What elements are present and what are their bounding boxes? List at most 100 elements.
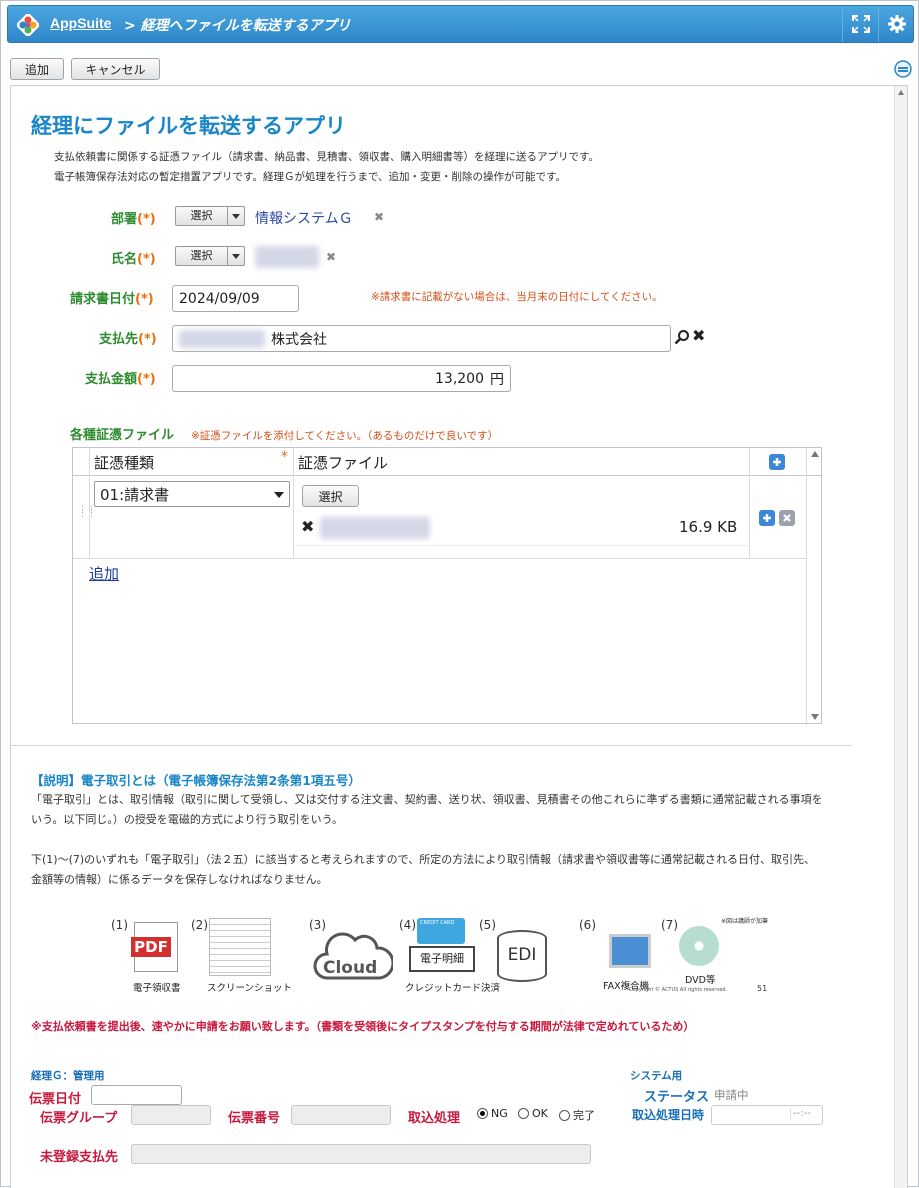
amount-label: 支払金額(*) xyxy=(85,372,156,387)
slip-no-label: 伝票番号 xyxy=(228,1111,281,1126)
table-header xyxy=(73,448,821,476)
accounting-section-label: 経理Ｇ：管理用 xyxy=(31,1070,105,1082)
files-label: 各種証憑ファイル xyxy=(70,428,175,443)
name-select-button[interactable]: 選択 xyxy=(175,246,245,266)
name-label: 氏名(*) xyxy=(111,252,156,267)
dept-label: 部署(*) xyxy=(111,212,156,227)
col-file-header: 証憑ファイル xyxy=(298,454,389,472)
type-select-value: 01:請求書 xyxy=(100,486,170,504)
slip-date-input[interactable] xyxy=(91,1085,182,1105)
radio-done[interactable]: 完了 xyxy=(559,1107,595,1123)
vertical-scrollbar[interactable] xyxy=(894,86,907,1188)
name-value-redacted xyxy=(255,246,319,268)
banner-page: 51 xyxy=(757,984,768,993)
unregistered-payee-label: 未登録支払先 xyxy=(40,1150,119,1165)
form-panel: 経理にファイルを転送するアプリ 支払依頼書に関係する証憑ファイル（請求書、納品書… xyxy=(10,85,908,1188)
dvd-icon xyxy=(679,926,719,966)
explain-title: 【説明】電子取引とは（電子帳簿保存法第2条第1項五号） xyxy=(31,773,361,788)
cloud-icon-text: Cloud xyxy=(323,958,378,978)
import-time-placeholder: --:-- xyxy=(790,1108,811,1119)
amount-input[interactable]: 13,200 円 xyxy=(172,365,511,392)
system-section-label: システム用 xyxy=(630,1070,683,1082)
gear-icon xyxy=(887,15,906,33)
banner-label-7: DVD等 xyxy=(685,975,716,986)
dept-select-button[interactable]: 選択 xyxy=(175,206,245,226)
file-name-redacted xyxy=(320,517,430,539)
slip-no-input xyxy=(291,1105,391,1125)
banner-num-4: (4) xyxy=(399,918,416,932)
col-type-header: 証憑種類 xyxy=(94,454,155,472)
radio-ok[interactable]: OK xyxy=(518,1107,548,1120)
amount-unit: 円 xyxy=(490,371,504,388)
radio-selected-icon xyxy=(477,1108,488,1119)
delete-row-button[interactable] xyxy=(779,510,795,526)
payee-redacted xyxy=(179,329,265,348)
slip-group-input xyxy=(131,1105,211,1125)
radio-done-label: 完了 xyxy=(573,1109,595,1122)
plus-icon xyxy=(773,458,781,466)
payee-clear-icon[interactable]: ✖ xyxy=(692,326,705,345)
add-row-button[interactable] xyxy=(769,454,785,470)
refresh-icon[interactable] xyxy=(894,60,912,78)
radio-ng-label: NG xyxy=(491,1107,508,1120)
banner-copyright: Copyright © ACTUS All rights reserved. xyxy=(629,987,728,993)
search-icon[interactable] xyxy=(674,329,690,345)
table-scroll-down-icon[interactable] xyxy=(811,714,819,720)
add-row-link[interactable]: 追加 xyxy=(89,563,119,584)
description-line-1: 支払依頼書に関係する証憑ファイル（請求書、納品書、見積書、領収書、購入明細書等）… xyxy=(54,151,599,163)
amount-value: 13,200 xyxy=(435,370,484,387)
dept-value: 情報システムＧ xyxy=(255,211,353,227)
pdf-icon: PDF xyxy=(131,922,178,972)
app-name-link[interactable]: AppSuite xyxy=(50,15,111,31)
invoice-date-note: ※請求書に記載がない場合は、当月末の日付にしてください。 xyxy=(371,291,663,303)
invoice-date-input[interactable]: 2024/09/09 xyxy=(172,285,299,312)
radio-empty-icon xyxy=(518,1108,529,1119)
title-bar: AppSuite > 経理へファイルを転送するアプリ xyxy=(7,5,914,43)
insert-row-button[interactable] xyxy=(759,510,775,526)
plus-icon xyxy=(763,514,771,522)
slip-group-label: 伝票グループ xyxy=(40,1111,118,1126)
chevron-down-icon xyxy=(232,254,240,259)
files-table: 証憑種類 * 証憑ファイル ⋮⋮⋮⋮ 01:請求書 選択 ✖ 16.9 KB xyxy=(72,447,822,724)
import-datetime-input: --:-- xyxy=(711,1105,823,1125)
payee-input[interactable]: 株式会社 xyxy=(172,325,671,352)
radio-empty-icon xyxy=(559,1109,570,1121)
chevron-down-icon xyxy=(232,214,240,219)
explain-p2-line2: 金額等の情報）に係るデータを保存しなければなりません。 xyxy=(31,873,328,886)
banner-label-4: クレジットカード決済 xyxy=(405,983,501,994)
edi-icon: EDI xyxy=(497,930,547,982)
unregistered-payee-input xyxy=(131,1144,591,1164)
explain-p1-line2: いう。以下同じ。）の授受を電磁的方式により行う取引をいう。 xyxy=(31,813,343,826)
invoice-date-label: 請求書日付(*) xyxy=(70,292,154,307)
settings-button[interactable] xyxy=(878,6,914,42)
banner-num-5: (5) xyxy=(479,918,496,932)
page-title: 経理にファイルを転送するアプリ xyxy=(31,114,346,138)
file-remove-icon[interactable]: ✖ xyxy=(301,517,314,536)
fullscreen-button[interactable] xyxy=(842,6,878,42)
expand-icon xyxy=(851,15,870,33)
import-datetime-label: 取込処理日時 xyxy=(632,1108,705,1122)
payee-value: 株式会社 xyxy=(271,331,327,348)
banner-label-1: 電子領収書 xyxy=(133,983,181,994)
add-button[interactable]: 追加 xyxy=(10,58,64,80)
drag-handle-icon[interactable]: ⋮⋮ ⋮⋮ xyxy=(78,506,96,519)
import-label: 取込処理 xyxy=(408,1111,461,1126)
status-label: ステータス xyxy=(644,1090,710,1105)
name-clear-icon[interactable]: ✖ xyxy=(326,250,336,264)
screenshot-icon xyxy=(209,918,271,976)
radio-ng[interactable]: NG xyxy=(477,1107,508,1120)
breadcrumb: > 経理へファイルを転送するアプリ xyxy=(124,18,351,34)
banner-num-2: (2) xyxy=(191,918,208,932)
slip-date-label: 伝票日付 xyxy=(29,1092,82,1107)
type-select[interactable]: 01:請求書 xyxy=(94,481,290,507)
dept-clear-icon[interactable]: ✖ xyxy=(374,210,384,224)
file-size: 16.9 KB xyxy=(679,518,738,536)
e-transaction-banner: (1) PDF 電子領収書 (2) スクリーンショット (3) Cloud (4… xyxy=(109,912,775,996)
explain-p2-line1: 下(1)～(7)のいずれも「電子取引」（法２五）に該当すると考えられますので、所… xyxy=(31,853,815,866)
divider xyxy=(11,745,852,746)
file-select-button[interactable]: 選択 xyxy=(302,485,359,507)
banner-note: ※図は講師が加筆 xyxy=(721,918,769,925)
cancel-button[interactable]: キャンセル xyxy=(71,58,160,80)
table-scroll-up-icon[interactable] xyxy=(811,451,819,457)
e-statement-box: 電子明細 xyxy=(409,946,475,972)
